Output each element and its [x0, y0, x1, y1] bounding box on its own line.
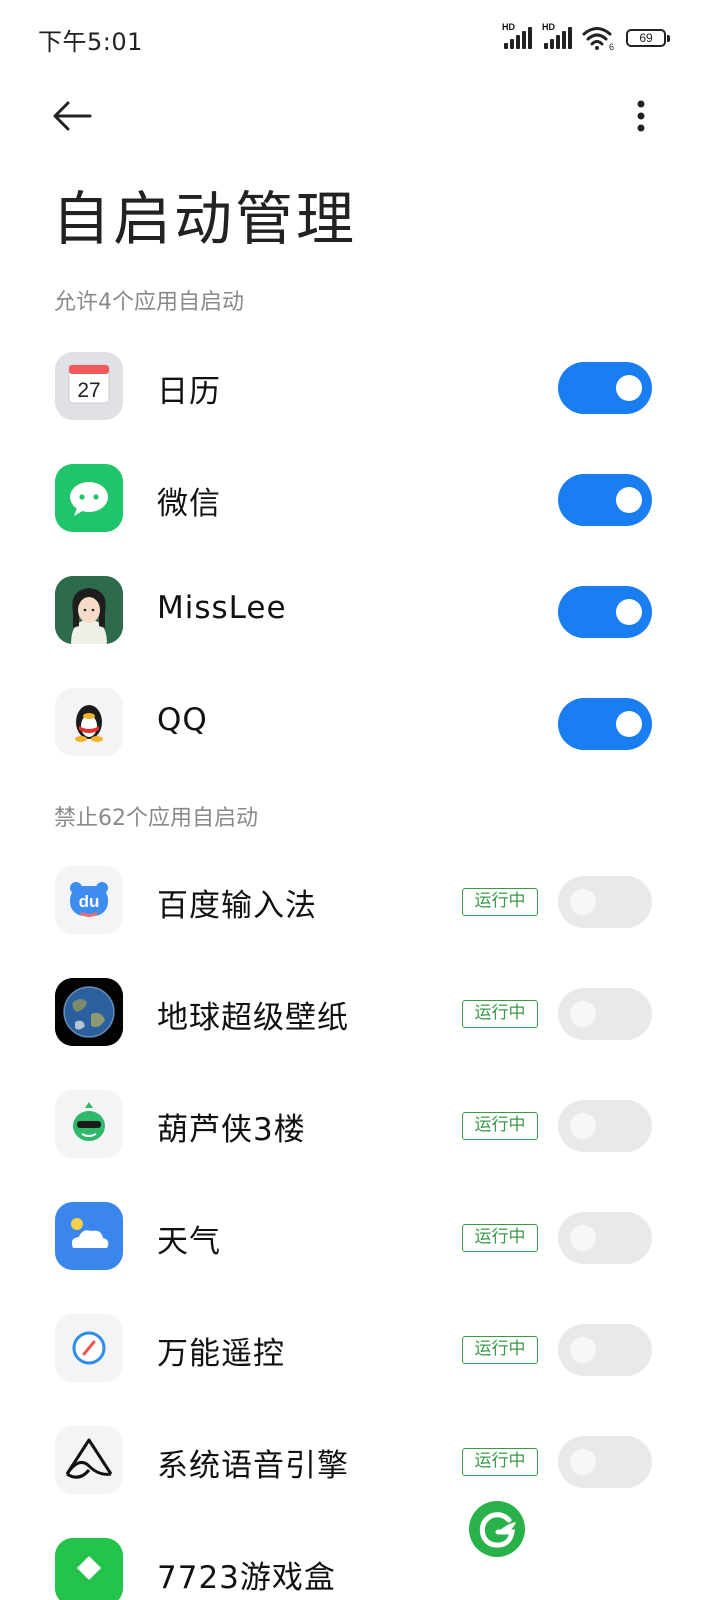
section-header-allowed: 允许4个应用自启动 — [54, 290, 244, 315]
app-name: 万能遥控 — [157, 1336, 285, 1372]
more-vertical-icon — [637, 100, 645, 132]
autostart-toggle[interactable] — [558, 988, 652, 1040]
back-button[interactable] — [44, 86, 100, 142]
baidu-icon-label: du — [79, 892, 100, 911]
signal-2-icon: HD — [542, 22, 572, 51]
earth-wallpaper-icon — [55, 978, 123, 1046]
app-row-weather[interactable]: 天气 运行中 — [0, 1182, 720, 1294]
top-bar — [0, 80, 720, 144]
page-title: 自启动管理 — [52, 185, 358, 253]
app-name: MissLee — [157, 590, 287, 626]
wifi-generation-label: 6 — [609, 42, 614, 51]
app-name: 百度输入法 — [157, 888, 317, 924]
app-name: 7723游戏盒 — [157, 1560, 336, 1596]
status-icons: HD HD 6 69 — [502, 22, 670, 54]
app-row-earth-wallpaper[interactable]: 地球超级壁纸 运行中 — [0, 958, 720, 1070]
battery-icon: 69 — [626, 29, 670, 47]
huluxia-icon — [55, 1090, 123, 1158]
app-name: 日历 — [157, 374, 221, 410]
app-row-voice-engine[interactable]: 系统语音引擎 运行中 — [0, 1406, 720, 1518]
autostart-toggle[interactable] — [558, 474, 652, 526]
app-row-qq[interactable]: QQ — [0, 668, 720, 780]
wechat-icon — [55, 464, 123, 532]
voice-engine-icon — [55, 1426, 123, 1494]
running-badge: 运行中 — [462, 1336, 538, 1364]
wifi-icon: 6 — [582, 27, 614, 51]
app-row-calendar[interactable]: 27 日历 — [0, 332, 720, 444]
app-name: 葫芦侠3楼 — [157, 1112, 306, 1148]
autostart-toggle[interactable] — [558, 362, 652, 414]
section-header-blocked: 禁止62个应用自启动 — [54, 806, 258, 831]
autostart-toggle[interactable] — [558, 586, 652, 638]
autostart-toggle[interactable] — [558, 1324, 652, 1376]
remote-control-icon — [55, 1314, 123, 1382]
floating-logo-icon[interactable] — [468, 1500, 526, 1558]
baidu-input-icon: du — [55, 866, 123, 934]
app-row-remote-control[interactable]: 万能遥控 运行中 — [0, 1294, 720, 1406]
misslee-icon — [55, 576, 123, 644]
calendar-day-label: 27 — [77, 379, 100, 402]
running-badge: 运行中 — [462, 1112, 538, 1140]
autostart-toggle[interactable] — [558, 1100, 652, 1152]
app-name: 微信 — [157, 486, 221, 522]
running-badge: 运行中 — [462, 1224, 538, 1252]
app-name: 天气 — [157, 1224, 221, 1260]
status-bar: 下午5:01 HD HD 6 69 — [0, 0, 720, 76]
app-row-game-box[interactable]: 7723游戏盒 — [0, 1518, 720, 1600]
app-name: 系统语音引擎 — [157, 1448, 349, 1484]
autostart-toggle[interactable] — [558, 698, 652, 750]
autostart-toggle[interactable] — [558, 1212, 652, 1264]
app-row-wechat[interactable]: 微信 — [0, 444, 720, 556]
app-row-baidu-input[interactable]: du 百度输入法 运行中 — [0, 846, 720, 958]
running-badge: 运行中 — [462, 888, 538, 916]
app-name: QQ — [157, 702, 208, 738]
qq-icon — [55, 688, 123, 756]
autostart-toggle[interactable] — [558, 1436, 652, 1488]
app-row-misslee[interactable]: MissLee — [0, 556, 720, 668]
weather-icon — [55, 1202, 123, 1270]
more-options-button[interactable] — [616, 86, 664, 142]
signal-1-icon: HD — [502, 22, 532, 51]
calendar-icon: 27 — [55, 352, 123, 420]
running-badge: 运行中 — [462, 1000, 538, 1028]
game-box-icon — [55, 1538, 123, 1600]
autostart-toggle[interactable] — [558, 876, 652, 928]
status-time: 下午5:01 — [38, 28, 143, 56]
app-name: 地球超级壁纸 — [157, 1000, 349, 1036]
app-row-huluxia[interactable]: 葫芦侠3楼 运行中 — [0, 1070, 720, 1182]
back-arrow-icon — [53, 101, 92, 131]
running-badge: 运行中 — [462, 1448, 538, 1476]
